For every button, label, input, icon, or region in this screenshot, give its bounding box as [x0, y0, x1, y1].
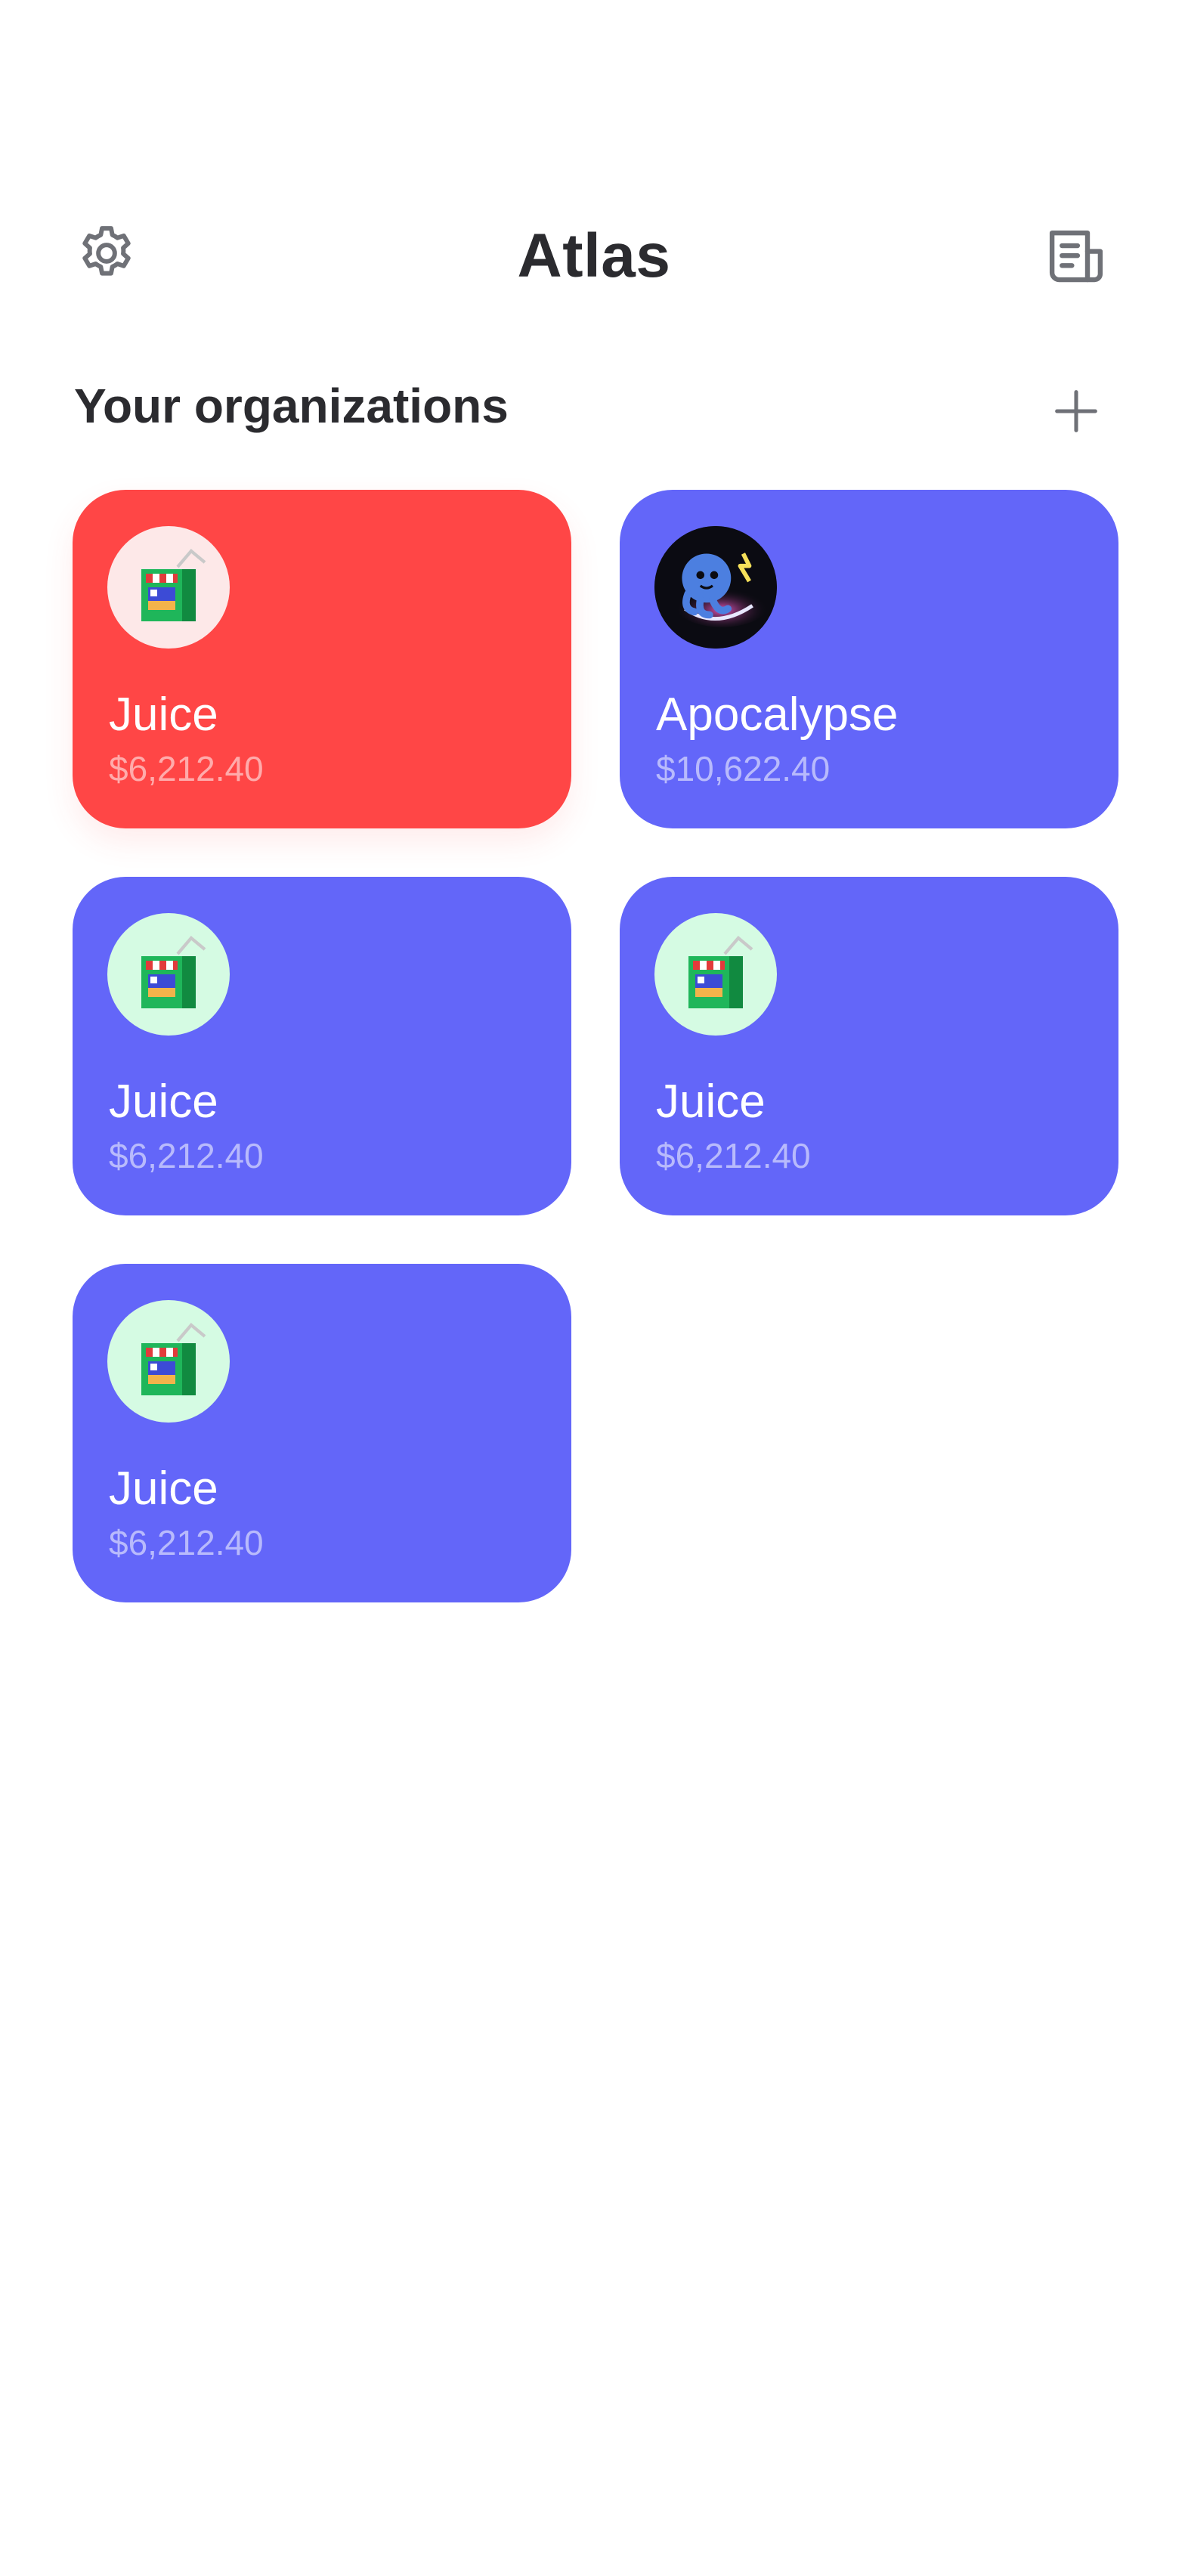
document-icon	[1049, 230, 1103, 283]
organization-avatar	[107, 526, 230, 649]
organization-card[interactable]: Juice $6,212.40	[73, 490, 571, 828]
juice-box-icon	[688, 936, 753, 1008]
organization-avatar	[107, 913, 230, 1036]
octopus-icon	[654, 526, 777, 649]
section-title: Your organizations	[74, 379, 509, 433]
header: Atlas	[0, 204, 1188, 302]
organization-name: Juice	[109, 1463, 218, 1515]
organization-avatar	[107, 1300, 230, 1423]
organization-name: Apocalypse	[656, 689, 899, 741]
organization-name: Juice	[109, 1076, 218, 1128]
juice-box-icon	[141, 1323, 206, 1395]
organization-amount: $6,212.40	[109, 749, 264, 788]
organization-name: Juice	[656, 1076, 766, 1128]
juice-box-icon	[141, 549, 206, 621]
organization-card[interactable]: Apocalypse $10,622.40	[620, 490, 1118, 828]
organization-amount: $10,622.40	[656, 749, 831, 788]
organization-amount: $6,212.40	[109, 1136, 264, 1175]
organization-card[interactable]: Juice $6,212.40	[620, 877, 1118, 1215]
organization-avatar	[654, 913, 777, 1036]
organization-card[interactable]: Juice $6,212.40	[73, 877, 571, 1215]
organization-amount: $6,212.40	[109, 1523, 264, 1562]
organization-avatar	[654, 526, 777, 649]
add-organization-button[interactable]	[1040, 375, 1112, 447]
app-title: Atlas	[517, 221, 671, 290]
organization-name: Juice	[109, 689, 218, 741]
plus-icon	[1055, 390, 1097, 432]
organization-amount: $6,212.40	[656, 1136, 811, 1175]
organization-card[interactable]: Juice $6,212.40	[73, 1264, 571, 1602]
document-button[interactable]	[1040, 219, 1112, 295]
juice-box-icon	[141, 936, 206, 1008]
